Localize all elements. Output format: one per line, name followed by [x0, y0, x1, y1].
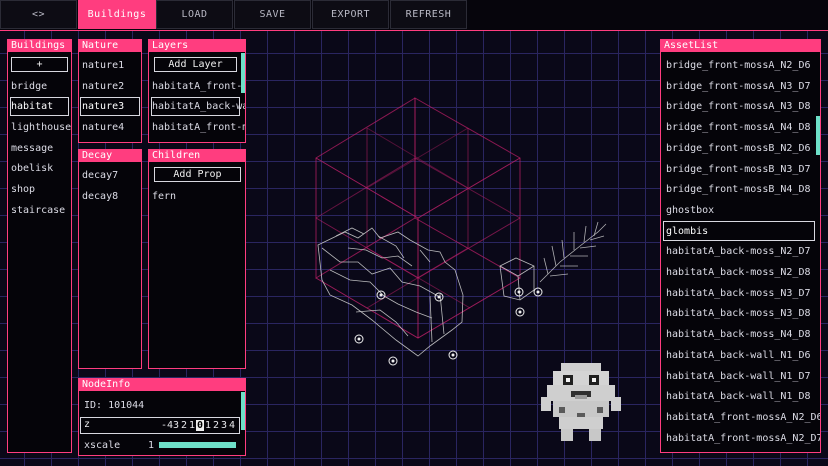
glombis-sprite [541, 363, 621, 441]
asset-list-item[interactable]: habitatA_back-wall_N1_D8 [666, 391, 811, 402]
layers-scrollbar[interactable] [241, 53, 245, 93]
list-item[interactable]: nature2 [82, 81, 124, 92]
layers-panel: Layers Add Layer habitatA_front- habitat… [148, 39, 246, 143]
list-item[interactable]: nature1 [82, 60, 124, 71]
fern-sketch [539, 221, 607, 283]
asset-list-item[interactable]: bridge_front-mossB_N2_D6 [666, 143, 811, 154]
list-item[interactable]: decay7 [82, 170, 118, 181]
asset-list-item[interactable]: habitatA_back-moss_N2_D8 [666, 267, 811, 278]
xscale-slider[interactable] [159, 442, 236, 448]
z-option[interactable]: 1 [188, 420, 196, 431]
z-option[interactable]: 3 [220, 420, 228, 431]
z-option-selected[interactable]: 0 [196, 420, 204, 431]
nodeinfo-panel: NodeInfo ID: 101044 z -4 3 2 1 0 1 2 3 4… [78, 378, 246, 456]
xscale-value: 1 [148, 440, 155, 451]
asset-list-item[interactable]: bridge_front-mossA_N3_D8 [666, 101, 811, 112]
list-item[interactable]: obelisk [11, 163, 53, 174]
assetlist-panel-title: AssetList [661, 40, 820, 52]
children-panel-title: Children [149, 150, 245, 162]
asset-list-item[interactable]: habitatA_front-mossA_N2_D6 [666, 412, 820, 423]
export-button[interactable]: EXPORT [312, 0, 389, 29]
asset-list-item[interactable]: habitatA_back-moss_N3_D8 [666, 308, 811, 319]
save-button[interactable]: SAVE [234, 0, 311, 29]
list-item[interactable]: habitat [11, 101, 53, 112]
z-option[interactable]: 1 [204, 420, 212, 431]
z-option[interactable]: 2 [212, 420, 220, 431]
decay-panel: Decay decay7 decay8 [78, 149, 142, 369]
toggle-panels-button[interactable]: <> [0, 0, 77, 29]
scene-viewport[interactable] [250, 36, 650, 461]
z-stepper[interactable]: -4 3 2 1 0 1 2 3 4 [161, 418, 236, 433]
list-item[interactable]: decay8 [82, 191, 118, 202]
list-item[interactable]: fern [152, 191, 176, 202]
list-item[interactable]: message [11, 143, 53, 154]
list-item[interactable]: habitatA_front- [152, 81, 242, 92]
node-handles [354, 287, 543, 366]
xscale-slider-fill [159, 442, 236, 448]
decay-panel-title: Decay [79, 150, 141, 162]
asset-list-item[interactable]: habitatA_back-moss_N3_D7 [666, 288, 811, 299]
asset-list-item[interactable]: habitatA_back-moss_N4_D8 [666, 329, 811, 340]
post-sketch [499, 257, 535, 301]
list-item[interactable]: nature3 [82, 101, 124, 112]
list-item[interactable]: bridge [11, 81, 47, 92]
add-layer-button[interactable]: Add Layer [154, 57, 237, 72]
xscale-label: xscale [84, 440, 121, 451]
list-item[interactable]: lighthouse [11, 122, 71, 133]
children-panel: Children Add Prop fern [148, 149, 246, 369]
z-option[interactable]: -4 [161, 420, 173, 431]
z-option[interactable]: 3 [172, 420, 180, 431]
list-item[interactable]: shop [11, 184, 35, 195]
asset-list-item[interactable]: habitatA_back-wall_N1_D6 [666, 350, 811, 361]
asset-list-item[interactable]: bridge_front-mossB_N4_D8 [666, 184, 811, 195]
asset-list-item[interactable]: ghostbox [666, 205, 714, 216]
asset-list-item[interactable]: habitatA_front-mossA_N2_D7 [666, 433, 820, 444]
tab-buildings[interactable]: Buildings [78, 0, 156, 29]
asset-list-item[interactable]: habitatA_back-moss_N2_D7 [666, 246, 811, 257]
asset-list-item[interactable]: bridge_front-mossA_N4_D8 [666, 122, 811, 133]
wireframe-cube [315, 97, 521, 339]
nodeinfo-scrollbar[interactable] [241, 392, 245, 430]
list-item[interactable]: habitatA_front-m [152, 122, 245, 133]
layers-panel-title: Layers [149, 40, 245, 52]
z-option[interactable]: 4 [228, 420, 236, 431]
asset-list-item[interactable]: bridge_front-mossB_N3_D7 [666, 164, 811, 175]
asset-list-item[interactable]: habitatA_back-wall_N1_D7 [666, 371, 811, 382]
assetlist-panel: AssetList bridge_front-mossA_N2_D6bridge… [660, 39, 821, 453]
nature-panel: Nature nature1 nature2 nature3 nature4 [78, 39, 142, 143]
refresh-button[interactable]: REFRESH [390, 0, 467, 29]
buildings-panel: Buildings + bridge habitat lighthouse me… [7, 39, 72, 453]
add-building-button[interactable]: + [11, 57, 68, 72]
load-button[interactable]: LOAD [156, 0, 233, 29]
node-id: ID: 101044 [84, 400, 145, 411]
asset-list-item[interactable]: glombis [666, 226, 708, 237]
list-item[interactable]: staircase [11, 205, 65, 216]
assetlist-scrollbar[interactable] [816, 116, 820, 155]
list-item[interactable]: habitatA_back-wa [152, 101, 245, 112]
list-item[interactable]: nature4 [82, 122, 124, 133]
top-toolbar: <> Buildings LOAD SAVE EXPORT REFRESH [0, 0, 828, 31]
asset-list-item[interactable]: bridge_front-mossA_N3_D7 [666, 81, 811, 92]
z-label: z [84, 419, 91, 430]
nature-panel-title: Nature [79, 40, 141, 52]
z-option[interactable]: 2 [180, 420, 188, 431]
asset-list-item[interactable]: bridge_front-mossA_N2_D6 [666, 60, 811, 71]
add-prop-button[interactable]: Add Prop [154, 167, 241, 182]
buildings-panel-title: Buildings [8, 40, 71, 52]
nodeinfo-panel-title: NodeInfo [79, 379, 245, 391]
z-field[interactable]: z -4 3 2 1 0 1 2 3 4 [80, 417, 240, 434]
